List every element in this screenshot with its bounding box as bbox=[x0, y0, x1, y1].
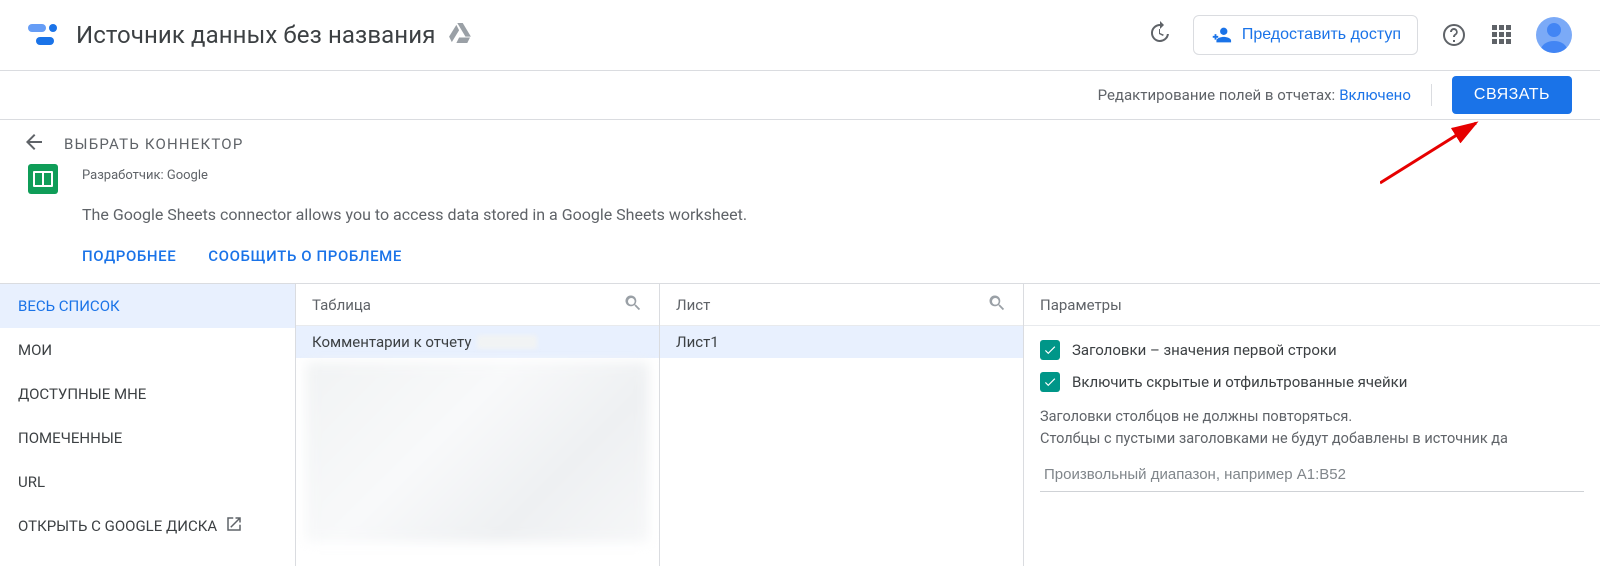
datastudio-logo-icon bbox=[28, 19, 60, 51]
params-header: Параметры bbox=[1040, 296, 1122, 314]
source-nav-item[interactable]: ПОМЕЧЕННЫЕ bbox=[0, 416, 295, 460]
source-nav-item[interactable]: МОИ bbox=[0, 328, 295, 372]
sheet-row[interactable]: Лист1 bbox=[660, 326, 1023, 358]
table-column: Таблица Комментарии к отчету bbox=[296, 284, 660, 566]
learn-more-link[interactable]: ПОДРОБНЕЕ bbox=[82, 247, 176, 265]
params-hint: Заголовки столбцов не должны повторяться… bbox=[1040, 406, 1584, 450]
search-icon[interactable] bbox=[623, 293, 643, 317]
connector-description: The Google Sheets connector allows you t… bbox=[82, 205, 1578, 224]
source-nav-item[interactable]: URL bbox=[0, 460, 295, 504]
drive-icon bbox=[449, 23, 471, 47]
connector-developer: Разработчик: Google bbox=[82, 168, 1578, 183]
share-label: Предоставить доступ bbox=[1242, 26, 1401, 44]
picker-panel: ВЕСЬ СПИСОКМОИДОСТУПНЫЕ МНЕПОМЕЧЕННЫЕURL… bbox=[0, 283, 1600, 566]
field-editing-toggle[interactable]: Включено bbox=[1339, 86, 1411, 104]
range-input[interactable] bbox=[1040, 458, 1584, 492]
connector-nav: ВЫБРАТЬ КОННЕКТОР bbox=[0, 120, 1600, 168]
connector-nav-label[interactable]: ВЫБРАТЬ КОННЕКТОР bbox=[64, 135, 243, 153]
table-header: Таблица bbox=[312, 296, 371, 314]
back-arrow-icon[interactable] bbox=[22, 130, 46, 158]
history-icon[interactable] bbox=[1147, 21, 1171, 49]
connect-button[interactable]: СВЯЗАТЬ bbox=[1452, 76, 1572, 114]
share-button[interactable]: Предоставить доступ bbox=[1193, 15, 1418, 55]
include-hidden-checkbox[interactable]: Включить скрытые и отфильтрованные ячейк… bbox=[1040, 372, 1584, 392]
first-row-headers-checkbox[interactable]: Заголовки – значения первой строки bbox=[1040, 340, 1584, 360]
source-nav: ВЕСЬ СПИСОКМОИДОСТУПНЫЕ МНЕПОМЕЧЕННЫЕURL… bbox=[0, 284, 296, 566]
source-nav-item[interactable]: ОТКРЫТЬ С GOOGLE ДИСКА bbox=[0, 504, 295, 548]
sheet-column: Лист Лист1 bbox=[660, 284, 1024, 566]
params-column: Параметры Заголовки – значения первой ст… bbox=[1024, 284, 1600, 566]
edit-bar: Редактирование полей в отчетах: Включено… bbox=[0, 71, 1600, 119]
top-bar: Источник данных без названия Предоставит… bbox=[0, 0, 1600, 70]
source-nav-item[interactable]: ДОСТУПНЫЕ МНЕ bbox=[0, 372, 295, 416]
connector-info: Разработчик: Google The Google Sheets co… bbox=[0, 168, 1600, 283]
vertical-divider bbox=[1431, 84, 1432, 106]
sheet-header: Лист bbox=[676, 296, 710, 314]
redacted-list bbox=[306, 362, 649, 542]
redacted-text bbox=[477, 335, 537, 349]
google-sheets-icon bbox=[28, 164, 58, 194]
account-avatar[interactable] bbox=[1536, 17, 1572, 53]
source-nav-item[interactable]: ВЕСЬ СПИСОК bbox=[0, 284, 295, 328]
report-issue-link[interactable]: СООБЩИТЬ О ПРОБЛЕМЕ bbox=[208, 247, 402, 265]
field-editing-label: Редактирование полей в отчетах: bbox=[1098, 86, 1336, 104]
search-icon[interactable] bbox=[987, 293, 1007, 317]
table-row[interactable]: Комментарии к отчету bbox=[296, 326, 659, 358]
apps-grid-icon[interactable] bbox=[1488, 21, 1516, 49]
page-title[interactable]: Источник данных без названия bbox=[76, 21, 435, 49]
open-external-icon bbox=[225, 515, 243, 537]
help-icon[interactable] bbox=[1440, 21, 1468, 49]
